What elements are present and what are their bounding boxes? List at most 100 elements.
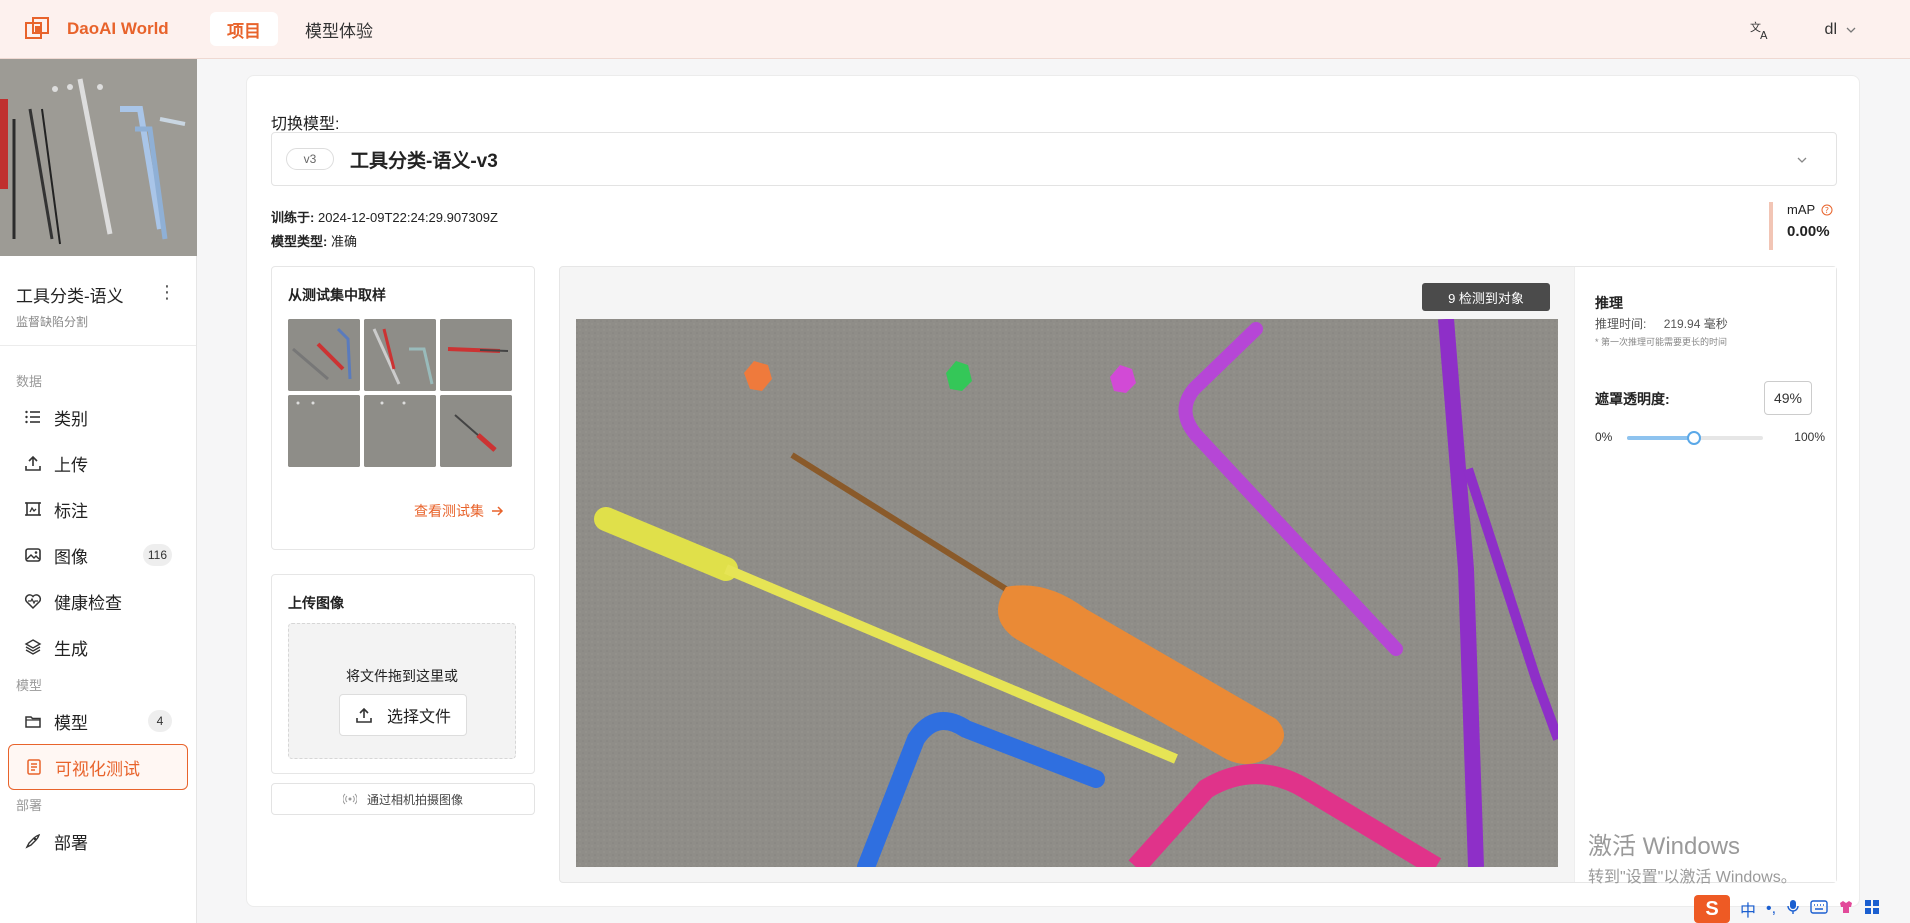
user-name: dl bbox=[1824, 20, 1837, 38]
file-dropzone[interactable]: 将文件拖到这里或 选择文件 bbox=[288, 623, 516, 759]
toolbox-icon[interactable] bbox=[1864, 899, 1880, 920]
trained-label: 训练于: bbox=[271, 210, 315, 225]
detection-count-badge: 9 检测到对象 bbox=[1422, 283, 1550, 311]
sidebar-item-models[interactable]: 模型 4 bbox=[8, 698, 188, 744]
camera-capture-label: 通过相机拍摄图像 bbox=[366, 792, 463, 807]
sidebar-item-label: 生成 bbox=[54, 639, 88, 659]
sidebar-item-upload[interactable]: 上传 bbox=[8, 440, 188, 486]
slider-thumb[interactable] bbox=[1686, 431, 1701, 445]
upload-title: 上传图像 bbox=[288, 595, 344, 611]
choose-file-button[interactable]: 选择文件 bbox=[339, 694, 467, 736]
view-test-set-link[interactable]: 查看测试集 bbox=[414, 501, 504, 521]
opacity-slider[interactable]: 0% 100% bbox=[1595, 427, 1825, 447]
chevron-down-icon bbox=[1797, 157, 1807, 163]
ime-punct-toggle[interactable]: •, bbox=[1766, 900, 1776, 918]
rocket-icon bbox=[25, 833, 41, 849]
model-type: 模型类型: 准确 bbox=[271, 231, 357, 250]
upload-panel: 上传图像 将文件拖到这里或 选择文件 bbox=[271, 574, 535, 774]
list-icon bbox=[25, 410, 40, 424]
images-count-badge: 116 bbox=[142, 544, 172, 566]
sidebar-item-categories[interactable]: 类别 bbox=[8, 394, 188, 440]
sidebar-item-label: 可视化测试 bbox=[55, 759, 140, 779]
chevron-down-icon bbox=[1846, 27, 1856, 33]
section-model: 模型 bbox=[16, 677, 43, 693]
camera-capture-button[interactable]: 通过相机拍摄图像 bbox=[271, 783, 535, 815]
choose-file-label: 选择文件 bbox=[386, 709, 451, 726]
ime-logo[interactable]: S bbox=[1694, 895, 1730, 923]
microphone-icon[interactable] bbox=[1786, 899, 1800, 920]
sidebar-item-visual-test[interactable]: 可视化测试 bbox=[8, 744, 188, 790]
brand[interactable]: DaoAI World bbox=[24, 16, 210, 42]
sidebar-item-label: 部署 bbox=[54, 833, 88, 853]
sample-thumbnail[interactable] bbox=[440, 395, 512, 467]
image-icon bbox=[25, 548, 41, 562]
inference-result-image[interactable] bbox=[576, 319, 1558, 867]
model-select[interactable]: v3 工具分类-语义-v3 bbox=[271, 132, 1837, 186]
project-subtitle: 监督缺陷分割 bbox=[16, 315, 89, 329]
ime-mode-toggle[interactable]: 中 bbox=[1740, 897, 1756, 921]
watermark-line2: 转到"设置"以激活 Windows。 bbox=[1588, 869, 1797, 886]
upload-icon bbox=[25, 455, 41, 471]
sidebar-item-annotate[interactable]: 标注 bbox=[8, 486, 188, 532]
slider-max-label: 100% bbox=[1794, 430, 1825, 444]
sample-thumbnail[interactable] bbox=[288, 319, 360, 391]
model-type-label: 模型类型: bbox=[271, 234, 328, 249]
inference-note: * 第一次推理可能需要更长的时间 bbox=[1595, 337, 1728, 347]
project-title: 工具分类-语义 bbox=[16, 287, 124, 306]
translate-icon[interactable]: 文 A bbox=[1749, 19, 1771, 41]
slider-min-label: 0% bbox=[1595, 430, 1613, 444]
opacity-input[interactable]: 49% bbox=[1764, 381, 1812, 415]
tab-projects[interactable]: 项目 bbox=[210, 12, 278, 46]
switch-model-label: 切换模型: bbox=[271, 116, 340, 133]
keyboard-icon[interactable] bbox=[1810, 899, 1828, 919]
inference-panel: 推理 推理时间: 219.94 毫秒 * 第一次推理可能需要更长的时间 遮罩透明… bbox=[1574, 267, 1836, 882]
sample-thumbnail[interactable] bbox=[364, 319, 436, 391]
sample-title: 从测试集中取样 bbox=[288, 287, 386, 303]
sidebar-item-images[interactable]: 图像 116 bbox=[8, 532, 188, 578]
main-content: 切换模型: v3 工具分类-语义-v3 训练于: 2024-12-09T22:2… bbox=[246, 75, 1860, 907]
sidebar-item-label: 健康检查 bbox=[54, 593, 122, 613]
annotate-icon bbox=[25, 502, 41, 516]
brand-name: DaoAI World bbox=[67, 19, 169, 38]
document-icon bbox=[27, 759, 41, 775]
heart-pulse-icon bbox=[24, 594, 42, 610]
inference-time-label: 推理时间: bbox=[1595, 317, 1647, 331]
svg-text:A: A bbox=[1760, 29, 1768, 41]
user-menu[interactable]: dl bbox=[1825, 21, 1856, 39]
map-metric: mAP ? 0.00% bbox=[1769, 202, 1835, 250]
help-circle-icon[interactable]: ? bbox=[1821, 204, 1833, 216]
sidebar-item-health-check[interactable]: 健康检查 bbox=[8, 578, 188, 624]
sample-thumbnail[interactable] bbox=[440, 319, 512, 391]
sidebar-item-generate[interactable]: 生成 bbox=[8, 624, 188, 670]
sidebar-item-label: 上传 bbox=[54, 455, 88, 475]
inference-time-value: 219.94 毫秒 bbox=[1663, 317, 1728, 331]
sidebar-item-label: 类别 bbox=[54, 409, 88, 429]
sidebar-item-label: 标注 bbox=[54, 501, 88, 521]
model-name: 工具分类-语义-v3 bbox=[350, 150, 498, 172]
model-type-value: 准确 bbox=[330, 234, 357, 249]
svg-text:?: ? bbox=[1825, 206, 1829, 215]
layers-icon bbox=[24, 639, 42, 655]
inference-title: 推理 bbox=[1595, 295, 1623, 311]
project-info: 工具分类-语义 监督缺陷分割 ⋮ bbox=[0, 256, 196, 346]
daoai-logo-icon bbox=[25, 17, 49, 39]
project-thumbnail bbox=[0, 59, 197, 256]
more-vertical-icon[interactable]: ⋮ bbox=[158, 282, 176, 303]
result-viewer: 9 检测到对象 推理 推理时间: 219.94 毫秒 * 第一次推理可能需要更长… bbox=[559, 266, 1837, 883]
tab-model-experience[interactable]: 模型体验 bbox=[288, 12, 390, 46]
skin-icon[interactable] bbox=[1838, 899, 1854, 920]
windows-activation-watermark: 激活 Windows 转到"设置"以激活 Windows。 bbox=[1588, 826, 1797, 887]
folder-icon bbox=[25, 716, 41, 728]
ime-toolbar: S 中 •, bbox=[1694, 895, 1910, 923]
upload-icon bbox=[356, 707, 372, 723]
sidebar-item-deploy[interactable]: 部署 bbox=[8, 818, 188, 864]
drop-text: 将文件拖到这里或 bbox=[346, 668, 458, 684]
opacity-label: 遮罩透明度: bbox=[1595, 391, 1670, 407]
sample-thumbnail[interactable] bbox=[364, 395, 436, 467]
section-deploy: 部署 bbox=[16, 797, 43, 813]
sample-thumbnail[interactable] bbox=[288, 395, 360, 467]
slider-track[interactable] bbox=[1627, 431, 1763, 445]
watermark-line1: 激活 Windows bbox=[1588, 833, 1741, 860]
models-count-badge: 4 bbox=[148, 710, 172, 732]
view-test-set-label: 查看测试集 bbox=[414, 503, 484, 519]
